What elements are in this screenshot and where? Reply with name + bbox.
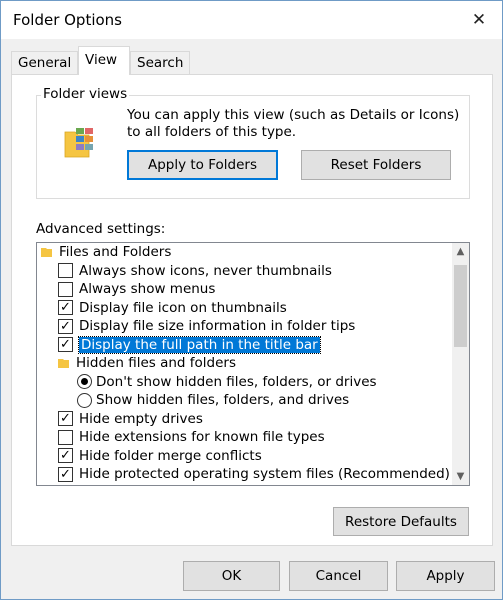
checkbox-checked[interactable]: ✓ [58, 485, 73, 486]
ok-button[interactable]: OK [183, 561, 280, 591]
checkbox-checked[interactable]: ✓ [58, 411, 73, 427]
tab-view[interactable]: View [78, 46, 130, 75]
folder-icon [41, 248, 52, 258]
reset-folders-label: Reset Folders [330, 157, 422, 173]
scrollbar-thumb[interactable] [454, 265, 467, 347]
cancel-label: Cancel [315, 568, 362, 584]
window-title: Folder Options [13, 11, 122, 29]
tree-item-label: Hidden files and folders [76, 355, 236, 372]
tree-option-display-file-icon[interactable]: ✓ Display file icon on thumbnails [37, 299, 445, 318]
ok-label: OK [221, 568, 242, 584]
tab-general-label: General [18, 55, 72, 71]
advanced-settings-tree[interactable]: Files and Folders Always show icons, nev… [36, 242, 470, 486]
checkbox[interactable] [58, 281, 73, 297]
tree-item-label: Hide folder merge conflicts [79, 447, 262, 464]
checkbox-checked[interactable]: ✓ [58, 300, 73, 316]
tree-item-label: Always show icons, never thumbnails [79, 262, 332, 279]
tree-option-always-show-icons[interactable]: Always show icons, never thumbnails [37, 262, 445, 281]
folder-icon [58, 359, 69, 369]
tree-item-label: Hide extensions for known file types [79, 429, 325, 446]
tree-option-hide-merge-conflicts[interactable]: ✓ Hide folder merge conflicts [37, 447, 445, 466]
checkbox[interactable] [58, 429, 73, 445]
tree-option-display-file-size[interactable]: ✓ Display file size information in folde… [37, 317, 445, 336]
tree-item-label-selected: Display the full path in the title bar [78, 335, 321, 354]
folder-views-description: You can apply this view (such as Details… [127, 107, 460, 140]
tree-scrollbar[interactable]: ▲ ▼ [452, 243, 469, 485]
advanced-settings-label: Advanced settings: [36, 221, 166, 237]
radio-selected[interactable] [77, 374, 92, 390]
checkbox-checked[interactable]: ✓ [58, 337, 73, 353]
scroll-down-icon[interactable]: ▼ [452, 468, 469, 485]
checkbox[interactable] [58, 263, 73, 279]
tab-view-label: View [85, 52, 118, 68]
tree-item-label: Display file icon on thumbnails [79, 299, 287, 316]
tree-option-always-show-menus[interactable]: Always show menus [37, 280, 445, 299]
apply-button[interactable]: Apply [396, 561, 495, 591]
radio[interactable] [77, 392, 92, 408]
folder-views-icon [64, 128, 93, 158]
tree-item-label: Always show menus [79, 281, 216, 298]
tree-option-hide-extensions[interactable]: Hide extensions for known file types [37, 428, 445, 447]
tab-general[interactable]: General [11, 51, 79, 74]
tree-folder-files-and-folders[interactable]: Files and Folders [37, 243, 445, 262]
tab-search[interactable]: Search [130, 51, 191, 74]
tree-option-show-hidden[interactable]: Show hidden files, folders, and drives [37, 391, 445, 410]
checkbox-checked[interactable]: ✓ [58, 466, 73, 482]
title-bar: Folder Options ✕ [1, 1, 502, 39]
scroll-up-icon[interactable]: ▲ [452, 243, 469, 260]
tree-item-label: Show hidden files, folders, and drives [96, 392, 350, 409]
tree-folder-hidden-files[interactable]: Hidden files and folders [37, 354, 445, 373]
tree-item-label: Hide protected operating system files (R… [79, 466, 450, 483]
tree-option-partial: ✓ [37, 484, 445, 486]
checkbox-checked[interactable]: ✓ [58, 318, 73, 334]
tree-option-dont-show-hidden[interactable]: Don't show hidden files, folders, or dri… [37, 373, 445, 392]
tree-item-label: Files and Folders [59, 244, 172, 261]
apply-to-folders-label: Apply to Folders [147, 157, 257, 173]
close-icon[interactable]: ✕ [456, 1, 502, 39]
restore-defaults-label: Restore Defaults [345, 513, 457, 530]
tree-option-hide-protected-files[interactable]: ✓ Hide protected operating system files … [37, 465, 450, 484]
tree-item-label: Hide empty drives [79, 410, 203, 427]
tree-item-label: Display file size information in folder … [79, 318, 356, 335]
checkbox-checked[interactable]: ✓ [58, 448, 73, 464]
folder-options-dialog: Folder Options ✕ General View Search Fol… [0, 0, 503, 600]
view-tab-panel: Folder views You can apply this view (su… [11, 74, 493, 546]
cancel-button[interactable]: Cancel [289, 561, 388, 591]
tree-option-display-full-path[interactable]: ✓ Display the full path in the title bar [37, 335, 445, 355]
apply-label: Apply [426, 568, 465, 584]
tree-item-label: Don't show hidden files, folders, or dri… [96, 373, 377, 390]
reset-folders-button[interactable]: Reset Folders [301, 150, 451, 180]
apply-to-folders-button[interactable]: Apply to Folders [127, 150, 278, 180]
tab-search-label: Search [137, 55, 184, 71]
folder-views-group: Folder views You can apply this view (su… [36, 86, 470, 199]
restore-defaults-button[interactable]: Restore Defaults [333, 507, 469, 536]
tree-option-hide-empty-drives[interactable]: ✓ Hide empty drives [37, 410, 445, 429]
folder-views-label: Folder views [41, 86, 130, 102]
